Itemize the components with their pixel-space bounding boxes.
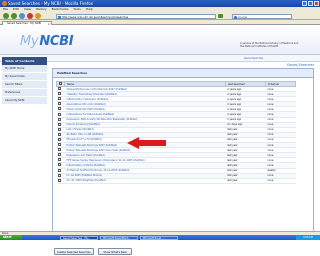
site-favicon-icon — [58, 15, 61, 19]
row-checkbox[interactable] — [57, 112, 61, 116]
sidebar-title: Table of Contents — [2, 57, 47, 65]
row-checkbox[interactable] — [57, 87, 61, 91]
last-searched-cell: last year — [225, 178, 266, 184]
nlm-service-text: A service of the National Library of Med… — [240, 42, 299, 48]
row-checkbox[interactable] — [57, 163, 61, 167]
go-arrow-icon[interactable] — [218, 14, 223, 18]
system-clock: 4:56 PM — [296, 235, 320, 240]
row-checkbox[interactable] — [57, 168, 61, 172]
delete-selected-button[interactable]: Delete Selected Searches — [54, 248, 94, 255]
row-checkbox[interactable] — [57, 107, 61, 111]
row-checkbox[interactable] — [57, 122, 61, 126]
url-text: http://www.ncbi.nlm.nih.gov/sites/myncbi… — [62, 15, 129, 19]
url-input[interactable]: http://www.ncbi.nlm.nih.gov/sites/myncbi… — [56, 13, 216, 19]
page-content: MyNCBI A service of the National Library… — [0, 25, 320, 255]
row-checkbox[interactable] — [57, 137, 61, 141]
row-checkbox-cell[interactable] — [56, 178, 65, 184]
start-button[interactable]: start — [0, 235, 22, 240]
home-icon[interactable] — [35, 13, 41, 19]
searches-table: Name Last Searched Schedule Osteoarthrit… — [55, 81, 297, 184]
my-ncbi-logo[interactable]: MyNCBI — [20, 34, 74, 49]
row-checkbox[interactable] — [57, 148, 61, 152]
window-title-bar: Saved Searches - My NCBI - Mozilla Firef… — [0, 0, 320, 7]
row-checkbox[interactable] — [57, 117, 61, 121]
close-window-button[interactable] — [314, 1, 319, 6]
window-controls — [302, 1, 319, 6]
table-row[interactable]: d2, d2' 2005 Weighted (PubMed) last year n… — [56, 178, 296, 184]
row-checkbox[interactable] — [57, 97, 61, 101]
page-title: Saved Searches — [286, 63, 314, 67]
maximize-button[interactable] — [308, 1, 313, 6]
firefox-icon — [2, 1, 7, 6]
sidebar: Table of Contents My NCBI Home My Saved … — [2, 57, 47, 113]
search-input[interactable]: Google — [232, 13, 292, 19]
sidebar-item-preferences[interactable]: Preferences — [2, 89, 47, 97]
show-whats-new-button[interactable]: Show What's New — [98, 248, 132, 255]
window-title: Saved Searches - My NCBI - Mozilla Firef… — [8, 1, 93, 6]
row-checkbox[interactable] — [57, 158, 61, 162]
navigation-toolbar: http://www.ncbi.nlm.nih.gov/sites/myncbi… — [0, 12, 320, 20]
taskbar: start Saved Searches - My... Microsoft P… — [0, 235, 320, 240]
red-arrow-shaft — [138, 140, 166, 146]
back-arrow-icon[interactable] — [3, 13, 9, 19]
logo-my: My — [20, 34, 39, 49]
search-placeholder: Google — [238, 15, 248, 19]
taskbar-item-excel[interactable]: Microsoft Excel - ... — [140, 235, 178, 240]
reload-icon[interactable] — [19, 13, 25, 19]
sidebar-item-home[interactable]: My NCBI Home — [2, 65, 47, 73]
logo-ncbi: NCBI — [39, 34, 74, 49]
pubmed-searches-panel: PubMed Searches Name Last Searched Sched… — [52, 68, 314, 238]
google-icon — [234, 15, 237, 19]
row-checkbox[interactable] — [57, 127, 61, 131]
minimize-button[interactable] — [302, 1, 307, 6]
table-body: Osteoarthritis knee corticosteroids 2007… — [56, 86, 296, 184]
row-checkbox[interactable] — [57, 102, 61, 106]
row-checkbox[interactable] — [57, 153, 61, 157]
row-checkbox[interactable] — [57, 143, 61, 147]
search-name-link[interactable]: d2, d2' 2005 Weighted (PubMed) — [64, 178, 226, 184]
user-bar: Saved Searches — [0, 55, 320, 62]
row-checkbox[interactable] — [57, 178, 61, 182]
taskbar-item-powerpoint[interactable]: Microsoft PowerPoint... — [100, 235, 138, 240]
sidebar-item-search-filters[interactable]: Search Filters — [2, 81, 47, 89]
row-checkbox[interactable] — [57, 92, 61, 96]
ncbi-header: MyNCBI A service of the National Library… — [0, 25, 320, 55]
sidebar-item-saved-data[interactable]: My Saved Data — [2, 73, 47, 81]
row-checkbox[interactable] — [57, 173, 61, 177]
panel-title: PubMed Searches — [53, 69, 313, 78]
row-checkbox[interactable] — [57, 132, 61, 136]
forward-arrow-icon[interactable] — [11, 13, 17, 19]
schedule-cell[interactable]: none — [265, 178, 296, 184]
sidebar-item-about[interactable]: About My NCBI — [2, 97, 47, 105]
select-all-checkbox[interactable] — [59, 82, 62, 85]
stop-icon[interactable] — [27, 13, 33, 19]
saved-searches-link[interactable]: Saved Searches — [244, 57, 263, 60]
taskbar-item-firefox[interactable]: Saved Searches - My... — [60, 235, 98, 240]
